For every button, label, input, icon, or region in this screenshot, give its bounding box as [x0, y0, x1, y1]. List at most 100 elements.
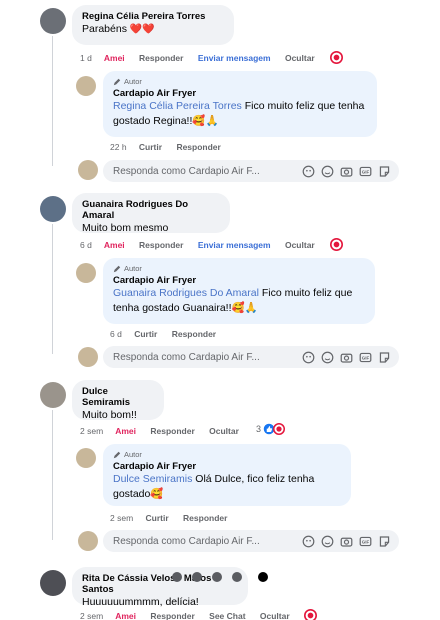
- reply-button[interactable]: Responder: [176, 142, 220, 152]
- avatar[interactable]: [40, 570, 66, 596]
- hide-button[interactable]: Ocultar: [285, 240, 315, 250]
- author-badge-label: Autor: [124, 450, 142, 459]
- emoji-icon[interactable]: [320, 534, 334, 548]
- comment-text-body: Parabéns: [82, 23, 127, 35]
- author-badge: Autor: [113, 264, 365, 273]
- comment-author[interactable]: Dulce Semiramis: [82, 386, 154, 408]
- input-tools: GIF: [301, 164, 391, 178]
- reply-input[interactable]: Responda como Cardapio Air F... GIF: [103, 160, 399, 182]
- reply-actions: 6 d Curtir Responder: [110, 329, 228, 341]
- reply-placeholder: Responda como Cardapio Air F...: [113, 351, 260, 363]
- page-avatar[interactable]: [78, 531, 98, 551]
- mention-link[interactable]: Regina Célia Pereira Torres: [113, 100, 242, 112]
- pencil-icon: [113, 451, 121, 458]
- mention-link[interactable]: Guanaira Rodrigues Do Amaral: [113, 287, 259, 299]
- heart-emoji: ❤️❤️: [129, 24, 155, 35]
- page-avatar[interactable]: [76, 76, 96, 96]
- love-button[interactable]: Amei: [104, 53, 125, 63]
- typing-dot: [212, 572, 222, 582]
- sticker-icon[interactable]: [377, 350, 391, 364]
- comment-actions: 2 sem Amei Responder Ocultar: [80, 426, 251, 438]
- avatar[interactable]: [40, 382, 66, 408]
- comment-bubble: Guanaira Rodrigues Do Amaral Muito bom m…: [72, 193, 230, 234]
- comment-time[interactable]: 1 d: [80, 53, 92, 63]
- comment-time[interactable]: 2 sem: [80, 426, 103, 436]
- gif-icon[interactable]: GIF: [358, 534, 372, 548]
- love-button[interactable]: Amei: [104, 240, 125, 250]
- page-avatar[interactable]: [78, 160, 98, 180]
- heart-reaction-icon[interactable]: [330, 238, 343, 251]
- reply-author[interactable]: Cardapio Air Fryer: [113, 88, 367, 99]
- comment-text: Parabéns ❤️❤️: [82, 22, 224, 37]
- reply-author[interactable]: Cardapio Air Fryer: [113, 461, 341, 472]
- camera-icon[interactable]: [339, 534, 353, 548]
- like-button[interactable]: Curtir: [139, 142, 162, 152]
- comment-actions: 2 sem Amei Responder See Chat Ocultar: [80, 611, 302, 620]
- input-tools: GIF: [301, 350, 391, 364]
- typing-dot: [258, 572, 268, 582]
- avatar-sticker-icon[interactable]: [301, 164, 315, 178]
- comment-text: Huuuuuummmm, delícia!: [82, 596, 199, 608]
- reply-text: Regina Célia Pereira Torres Fico muito f…: [113, 99, 367, 129]
- gif-icon[interactable]: GIF: [358, 164, 372, 178]
- author-badge-label: Autor: [124, 264, 142, 273]
- camera-icon[interactable]: [339, 350, 353, 364]
- see-chat-button[interactable]: See Chat: [209, 611, 245, 620]
- sticker-icon[interactable]: [377, 164, 391, 178]
- page-avatar[interactable]: [76, 448, 96, 468]
- avatar-sticker-icon[interactable]: [301, 350, 315, 364]
- reply-button[interactable]: Responder: [150, 426, 194, 436]
- reply-button[interactable]: Responder: [183, 513, 227, 523]
- page-avatar[interactable]: [76, 263, 96, 283]
- heart-reaction-icon[interactable]: [304, 609, 317, 620]
- reply-placeholder: Responda como Cardapio Air F...: [113, 165, 260, 177]
- svg-text:GIF: GIF: [361, 539, 369, 544]
- mention-link[interactable]: Dulce Semiramis: [113, 473, 192, 485]
- hide-button[interactable]: Ocultar: [285, 53, 315, 63]
- pencil-icon: [113, 265, 121, 272]
- reply-input[interactable]: Responda como Cardapio Air F... GIF: [103, 346, 399, 368]
- gif-icon[interactable]: GIF: [358, 350, 372, 364]
- reply-actions: 22 h Curtir Responder: [110, 142, 233, 154]
- heart-reaction-icon[interactable]: [330, 51, 343, 64]
- comment-actions: 1 d Amei Responder Enviar mensagem Ocult…: [80, 53, 327, 65]
- reply-time[interactable]: 22 h: [110, 142, 127, 152]
- comment-text: Muito bom!!: [82, 409, 137, 421]
- reply-button[interactable]: Responder: [139, 240, 183, 250]
- reaction-summary[interactable]: 3: [256, 423, 286, 435]
- sticker-icon[interactable]: [377, 534, 391, 548]
- emoji-icon[interactable]: [320, 350, 334, 364]
- avatar-sticker-icon[interactable]: [301, 534, 315, 548]
- camera-icon[interactable]: [339, 164, 353, 178]
- send-message-button[interactable]: Enviar mensagem: [198, 240, 271, 250]
- reply-time[interactable]: 6 d: [110, 329, 122, 339]
- love-button[interactable]: Amei: [115, 611, 136, 620]
- author-badge: Autor: [113, 77, 367, 86]
- comment-author[interactable]: Guanaira Rodrigues Do Amaral: [82, 199, 220, 221]
- author-badge-label: Autor: [124, 77, 142, 86]
- reply-button[interactable]: Responder: [139, 53, 183, 63]
- comment-time[interactable]: 2 sem: [80, 611, 103, 620]
- input-tools: GIF: [301, 534, 391, 548]
- reply-button[interactable]: Responder: [150, 611, 194, 620]
- like-button[interactable]: Curtir: [146, 513, 169, 523]
- avatar[interactable]: [40, 196, 66, 222]
- comment-author[interactable]: Regina Célia Pereira Torres: [82, 11, 224, 22]
- page-avatar[interactable]: [78, 347, 98, 367]
- reply-button[interactable]: Responder: [172, 329, 216, 339]
- avatar[interactable]: [40, 8, 66, 34]
- send-message-button[interactable]: Enviar mensagem: [198, 53, 271, 63]
- emoji-icon[interactable]: [320, 164, 334, 178]
- reply-time[interactable]: 2 sem: [110, 513, 133, 523]
- hide-button[interactable]: Ocultar: [209, 426, 239, 436]
- comment-time[interactable]: 6 d: [80, 240, 92, 250]
- comment-bubble: Dulce Semiramis Muito bom!!: [72, 380, 164, 421]
- reply-input[interactable]: Responda como Cardapio Air F... GIF: [103, 530, 399, 552]
- like-button[interactable]: Curtir: [134, 329, 157, 339]
- typing-indicator: [172, 572, 268, 582]
- reply-author[interactable]: Cardapio Air Fryer: [113, 275, 365, 286]
- hide-button[interactable]: Ocultar: [260, 611, 290, 620]
- comment-actions: 6 d Amei Responder Enviar mensagem Ocult…: [80, 240, 327, 252]
- author-reply-bubble: Autor Cardapio Air Fryer Regina Célia Pe…: [103, 71, 377, 137]
- love-button[interactable]: Amei: [115, 426, 136, 436]
